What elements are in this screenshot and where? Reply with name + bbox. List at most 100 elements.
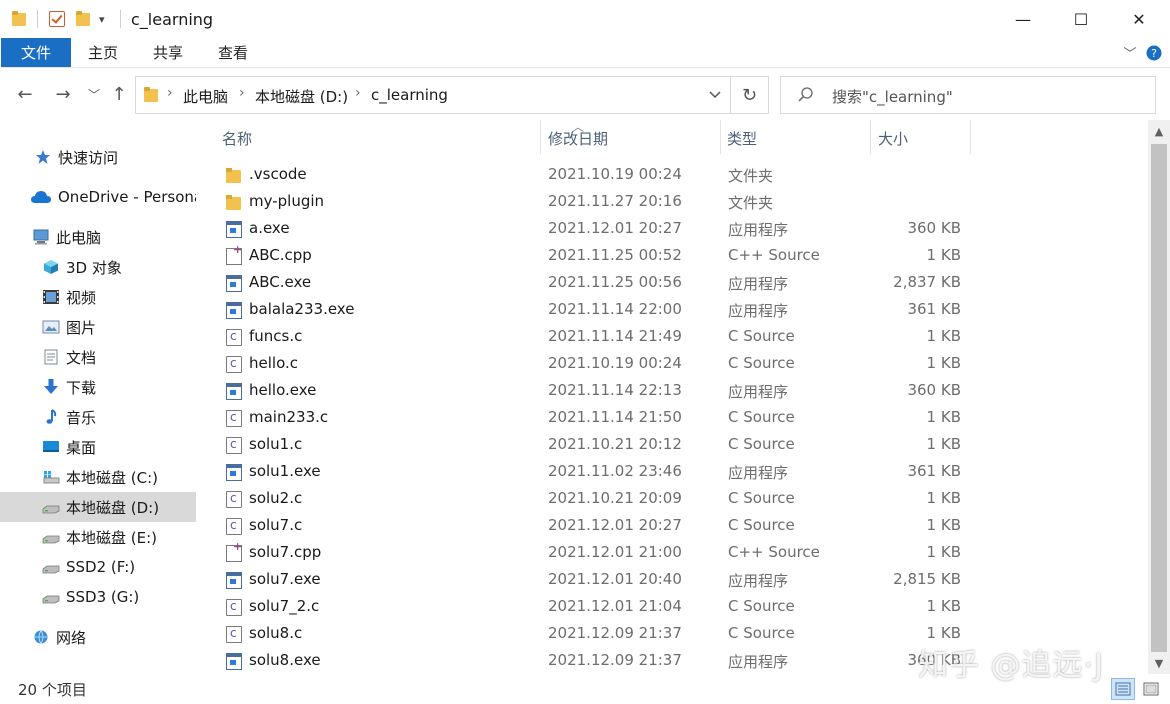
help-icon[interactable]: ? xyxy=(1143,38,1165,67)
file-row[interactable]: hello.exe 2021.11.14 22:13 应用程序 360 KB xyxy=(200,378,1148,405)
sidebar-item-drive-d[interactable]: 本地磁盘 (D:) xyxy=(0,492,196,522)
close-button[interactable]: ✕ xyxy=(1110,0,1168,38)
address-folder-icon xyxy=(144,87,158,107)
file-name: solu1.c xyxy=(249,435,303,453)
sidebar-item-ssd2[interactable]: SSD2 (F:) xyxy=(0,552,196,582)
file-name: hello.c xyxy=(249,354,298,372)
file-name: solu7_2.c xyxy=(249,597,320,615)
column-header-type[interactable]: 类型 xyxy=(727,128,757,149)
chevron-right-icon[interactable]: › xyxy=(355,85,361,101)
sidebar-item-network[interactable]: 网络 xyxy=(0,622,196,652)
computer-icon xyxy=(32,229,50,245)
tab-view[interactable]: 查看 xyxy=(208,38,258,67)
refresh-icon[interactable]: ↻ xyxy=(730,77,768,113)
sidebar-item-documents[interactable]: 文档 xyxy=(0,342,196,372)
svg-text:?: ? xyxy=(1151,47,1157,60)
breadcrumb-drive-d[interactable]: 本地磁盘 (D:) xyxy=(255,86,348,107)
large-icons-view-icon[interactable] xyxy=(1139,678,1163,700)
scroll-down-icon[interactable]: ▼ xyxy=(1148,652,1170,674)
file-row[interactable]: main233.c 2021.11.14 21:50 C Source 1 KB xyxy=(200,405,1148,432)
address-dropdown-icon[interactable] xyxy=(700,77,730,113)
file-size: 360 KB xyxy=(907,381,961,399)
picture-icon xyxy=(42,319,60,335)
sidebar-item-onedrive[interactable]: OneDrive - Persona xyxy=(0,182,196,212)
sidebar-item-drive-c[interactable]: 本地磁盘 (C:) xyxy=(0,462,196,492)
file-row[interactable]: balala233.exe 2021.11.14 22:00 应用程序 361 KB xyxy=(200,297,1148,324)
file-name: .vscode xyxy=(249,165,307,183)
properties-check-icon[interactable] xyxy=(49,9,65,29)
new-folder-icon[interactable] xyxy=(76,9,90,29)
file-row[interactable]: solu7_2.c 2021.12.01 21:04 C Source 1 KB xyxy=(200,594,1148,621)
file-row[interactable]: funcs.c 2021.11.14 21:49 C Source 1 KB xyxy=(200,324,1148,351)
file-size: 1 KB xyxy=(926,543,961,561)
title-divider xyxy=(120,9,121,29)
folder-icon xyxy=(12,9,26,29)
breadcrumb-this-pc[interactable]: 此电脑 xyxy=(183,86,228,107)
up-arrow-icon[interactable]: ↑ xyxy=(106,82,132,106)
file-row[interactable]: ABC.cpp 2021.11.25 00:52 C++ Source 1 KB xyxy=(200,243,1148,270)
sidebar-item-downloads[interactable]: 下载 xyxy=(0,372,196,402)
column-divider[interactable] xyxy=(970,120,971,154)
file-date: 2021.11.14 22:13 xyxy=(548,381,682,399)
column-divider[interactable] xyxy=(870,120,871,154)
file-date: 2021.10.19 00:24 xyxy=(548,354,682,372)
sidebar-item-drive-e[interactable]: 本地磁盘 (E:) xyxy=(0,522,196,552)
file-row[interactable]: hello.c 2021.10.19 00:24 C Source 1 KB xyxy=(200,351,1148,378)
scroll-up-icon[interactable]: ▲ xyxy=(1148,120,1170,142)
tab-home[interactable]: 主页 xyxy=(78,38,128,67)
search-placeholder: 搜索"c_learning" xyxy=(832,88,953,106)
file-row[interactable]: solu7.exe 2021.12.01 20:40 应用程序 2,815 KB xyxy=(200,567,1148,594)
file-date: 2021.12.01 20:27 xyxy=(548,516,682,534)
file-row[interactable]: ABC.exe 2021.11.25 00:56 应用程序 2,837 KB xyxy=(200,270,1148,297)
tab-share[interactable]: 共享 xyxy=(143,38,193,67)
column-header-date[interactable]: 修改日期 xyxy=(548,128,608,149)
column-header-name[interactable]: 名称 xyxy=(222,128,252,149)
sidebar-item-3d-objects[interactable]: 3D 对象 xyxy=(0,252,196,282)
file-row[interactable]: a.exe 2021.12.01 20:27 应用程序 360 KB xyxy=(200,216,1148,243)
file-size: 1 KB xyxy=(926,489,961,507)
file-row[interactable]: solu1.c 2021.10.21 20:12 C Source 1 KB xyxy=(200,432,1148,459)
forward-arrow-icon[interactable]: → xyxy=(50,82,76,106)
tab-file[interactable]: 文件 xyxy=(1,38,71,67)
minimize-button[interactable]: — xyxy=(994,0,1052,38)
chevron-right-icon[interactable]: › xyxy=(167,85,173,101)
file-row[interactable]: my-plugin 2021.11.27 20:16 文件夹 xyxy=(200,189,1148,216)
address-bar[interactable]: › 此电脑 › 本地磁盘 (D:) › c_learning ↻ xyxy=(135,76,769,114)
back-arrow-icon[interactable]: ← xyxy=(12,82,38,106)
sidebar-item-pictures[interactable]: 图片 xyxy=(0,312,196,342)
windows-drive-icon xyxy=(42,469,60,485)
search-box[interactable]: 搜索"c_learning" xyxy=(780,76,1156,114)
scrollbar-thumb[interactable] xyxy=(1151,144,1167,652)
file-row[interactable]: .vscode 2021.10.19 00:24 文件夹 xyxy=(200,162,1148,189)
file-name: solu2.c xyxy=(249,489,303,507)
column-divider[interactable] xyxy=(720,120,721,154)
sidebar-item-this-pc[interactable]: 此电脑 xyxy=(0,222,196,252)
expand-ribbon-icon[interactable]: ﹀ xyxy=(1119,38,1141,67)
details-view-icon[interactable] xyxy=(1111,678,1135,700)
chevron-right-icon[interactable]: › xyxy=(239,85,245,101)
cube-3d-icon xyxy=(42,259,60,275)
breadcrumb-c-learning[interactable]: c_learning xyxy=(371,86,448,104)
sidebar-item-desktop[interactable]: 桌面 xyxy=(0,432,196,462)
file-row[interactable]: solu7.cpp 2021.12.01 21:00 C++ Source 1 KB xyxy=(200,540,1148,567)
file-type: C Source xyxy=(728,516,795,534)
file-name: my-plugin xyxy=(249,192,325,210)
column-header-size[interactable]: 大小 xyxy=(878,128,908,149)
recent-locations-icon[interactable]: ﹀ xyxy=(84,82,104,106)
sidebar-item-music[interactable]: 音乐 xyxy=(0,402,196,432)
file-row[interactable]: solu1.exe 2021.11.02 23:46 应用程序 361 KB xyxy=(200,459,1148,486)
item-count: 20 个项目 xyxy=(18,681,87,699)
file-type: 应用程序 xyxy=(728,302,789,320)
file-row[interactable]: solu2.c 2021.10.21 20:09 C Source 1 KB xyxy=(200,486,1148,513)
film-icon xyxy=(42,289,60,305)
customize-quick-access-icon[interactable]: ▾ xyxy=(99,9,105,29)
sidebar-item-quick-access[interactable]: 快速访问 xyxy=(0,142,196,172)
maximize-button[interactable]: ☐ xyxy=(1052,0,1110,38)
file-type: 文件夹 xyxy=(728,167,774,185)
file-row[interactable]: solu7.c 2021.12.01 20:27 C Source 1 KB xyxy=(200,513,1148,540)
column-divider[interactable] xyxy=(540,120,541,154)
sidebar-item-videos[interactable]: 视频 xyxy=(0,282,196,312)
file-type: 应用程序 xyxy=(728,464,789,482)
vertical-scrollbar[interactable]: ▲ ▼ xyxy=(1148,120,1170,674)
sidebar-item-ssd3[interactable]: SSD3 (G:) xyxy=(0,582,196,612)
